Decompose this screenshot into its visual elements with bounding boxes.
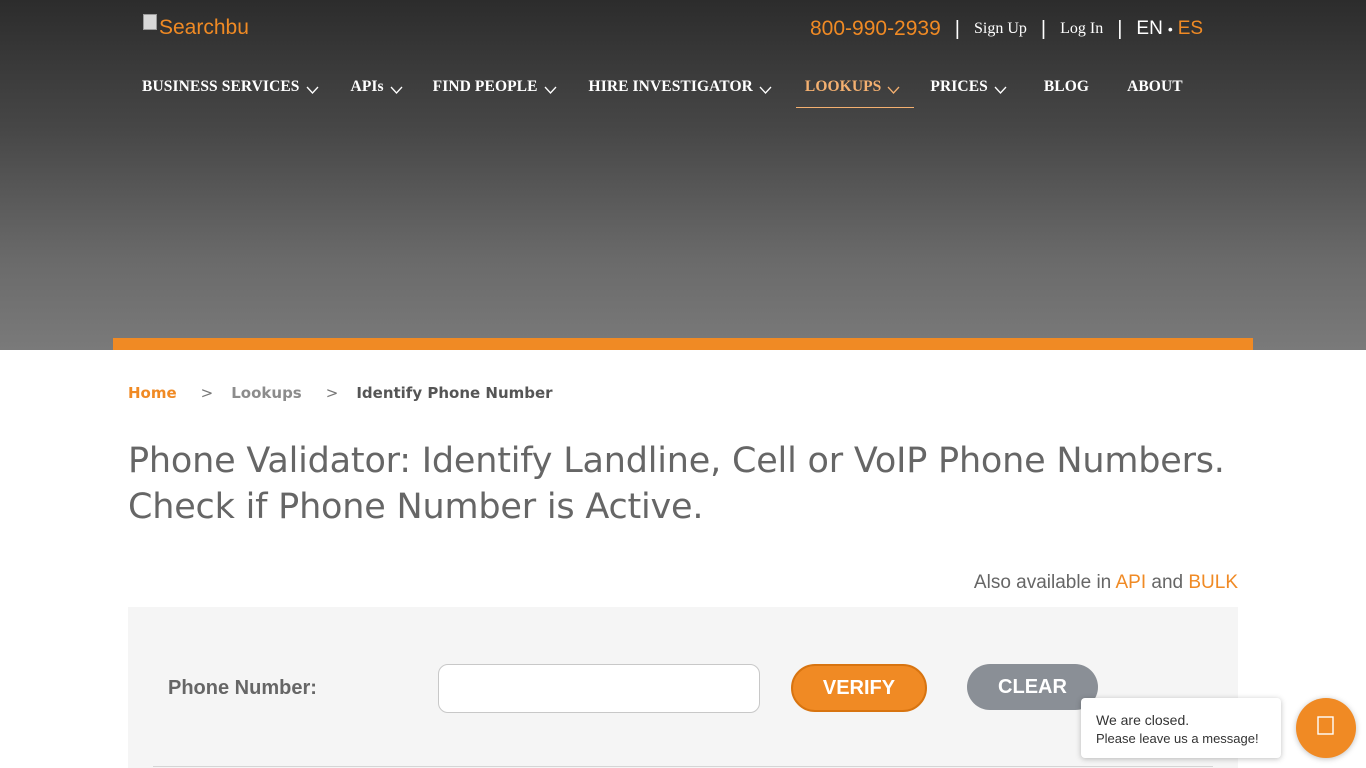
top-separator: | <box>954 17 960 40</box>
breadcrumb: Home > Lookups > Identify Phone Number <box>128 384 553 402</box>
chat-status-bubble[interactable]: We are closed. Please leave us a message… <box>1081 698 1281 758</box>
nav-about[interactable]: ABOUT <box>1127 74 1183 100</box>
nav-business-services[interactable]: BUSINESS SERVICES <box>142 74 319 100</box>
api-link[interactable]: API <box>1115 572 1146 593</box>
language-es[interactable]: ES <box>1178 18 1203 40</box>
top-separator: | <box>1040 17 1047 40</box>
nav-label: BLOG <box>1043 78 1090 95</box>
chevron-down-icon <box>390 83 403 96</box>
broken-image-icon <box>143 14 157 30</box>
language-separator: • <box>1167 21 1173 37</box>
chevron-down-icon <box>887 83 900 96</box>
nav-label: ABOUT <box>1127 78 1183 95</box>
chat-status-line2: Please leave us a message! <box>1096 731 1259 746</box>
nav-label: HIRE INVESTIGATOR <box>588 78 753 95</box>
log-in-link[interactable]: Log In <box>1060 20 1103 38</box>
main-nav: BUSINESS SERVICES APIs FIND PEOPLE HIRE … <box>142 74 1183 108</box>
breadcrumb-home[interactable]: Home <box>128 384 177 402</box>
breadcrumb-current: Identify Phone Number <box>356 384 553 402</box>
breadcrumb-lookups[interactable]: Lookups <box>231 384 302 402</box>
logo[interactable]: Searchbu <box>143 14 249 44</box>
phone-link[interactable]: 800-990-2939 <box>810 17 941 41</box>
chevron-down-icon <box>306 83 319 96</box>
phone-number-input[interactable] <box>438 664 760 713</box>
logo-alt-text: Searchbu <box>159 16 249 39</box>
chat-launcher-button[interactable] <box>1296 698 1356 758</box>
language-en[interactable]: EN <box>1136 18 1162 40</box>
nav-lookups[interactable]: LOOKUPS <box>795 74 914 108</box>
page-title-line2: Check if Phone Number is Active. <box>128 487 704 527</box>
also-available: Also available in API and BULK <box>974 572 1238 594</box>
panel-divider <box>153 766 1213 767</box>
also-available-prefix: Also available in <box>973 572 1112 593</box>
page-title-line1: Phone Validator: Identify Landline, Cell… <box>128 441 1225 481</box>
top-bar: 800-990-2939 | Sign Up | Log In | EN • E… <box>810 14 1203 44</box>
phone-number-label: Phone Number: <box>168 677 317 699</box>
also-available-and: and <box>1151 572 1184 593</box>
verify-button[interactable]: VERIFY <box>791 664 927 712</box>
nav-find-people[interactable]: FIND PEOPLE <box>433 74 557 100</box>
nav-label: PRICES <box>930 78 988 95</box>
nav-hire-investigator[interactable]: HIRE INVESTIGATOR <box>589 74 772 100</box>
nav-apis[interactable]: APIs <box>351 74 403 100</box>
nav-label: LOOKUPS <box>804 78 882 95</box>
top-separator: | <box>1117 17 1123 40</box>
nav-label: APIs <box>350 78 384 95</box>
breadcrumb-separator: > <box>200 384 214 402</box>
clear-button[interactable]: CLEAR <box>967 664 1098 710</box>
nav-label: BUSINESS SERVICES <box>142 78 300 95</box>
chat-status-line1: We are closed. <box>1096 712 1190 728</box>
nav-label: FIND PEOPLE <box>432 78 538 95</box>
hero-accent-bar <box>113 338 1253 350</box>
page-title: Phone Validator: Identify Landline, Cell… <box>128 438 1228 530</box>
bulk-link[interactable]: BULK <box>1188 572 1238 593</box>
chevron-down-icon <box>994 83 1007 96</box>
chevron-down-icon <box>544 83 557 96</box>
breadcrumb-separator: > <box>325 384 339 402</box>
header-hero <box>0 0 1366 350</box>
nav-blog[interactable]: BLOG <box>1044 74 1089 100</box>
nav-prices[interactable]: PRICES <box>930 74 1007 100</box>
sign-up-link[interactable]: Sign Up <box>974 20 1027 38</box>
chat-icon <box>1317 715 1335 741</box>
chevron-down-icon <box>759 83 772 96</box>
